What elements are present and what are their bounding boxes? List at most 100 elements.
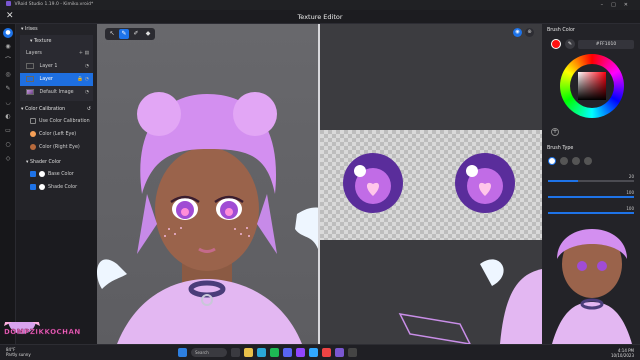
pupil-left bbox=[181, 208, 189, 216]
brush-color-heading: Brush Color bbox=[547, 28, 575, 33]
brush-type-spray[interactable] bbox=[584, 157, 592, 165]
eyedropper-icon[interactable]: ✎ bbox=[565, 39, 575, 49]
use-calibration-label: Use Color Calibration bbox=[39, 119, 90, 124]
top-clothing bbox=[117, 279, 302, 344]
brush-opacity-fill bbox=[548, 196, 634, 198]
settings-icon[interactable] bbox=[348, 348, 357, 357]
base-color-swatch[interactable] bbox=[39, 170, 45, 177]
brush-color-swatch[interactable] bbox=[551, 39, 561, 49]
model-viewport[interactable]: ↖ ✎ ✐ ◆ bbox=[97, 24, 318, 344]
shade-color-swatch[interactable] bbox=[39, 183, 45, 190]
base-color-label: Base Color bbox=[48, 172, 74, 177]
hair-bun-right bbox=[233, 92, 277, 136]
blush-icon[interactable]: ○ bbox=[3, 140, 13, 150]
shade-color-row[interactable]: Shade Color bbox=[16, 181, 97, 194]
eyebrow-icon[interactable]: ⌒ bbox=[3, 56, 13, 66]
shader-color-header[interactable]: ▾ Shader Color bbox=[16, 158, 97, 168]
os-titlebar: VRoid Studio 1.19.0 - Kimiko.vroid* –□✕ bbox=[0, 0, 640, 10]
color-calibration-section[interactable]: ▾ Color Calibration ↺ bbox=[16, 104, 97, 115]
saturation-value-square[interactable] bbox=[578, 72, 606, 100]
avatar-eye-left bbox=[577, 261, 587, 271]
app-window: VRoid Studio 1.19.0 - Kimiko.vroid* –□✕ … bbox=[0, 0, 640, 360]
color-wheel[interactable] bbox=[560, 54, 624, 118]
iris-texture bbox=[343, 153, 542, 344]
hair-strand-right bbox=[257, 194, 277, 254]
pupil-right bbox=[225, 208, 233, 216]
layer-name: Default Image bbox=[39, 90, 74, 95]
layers-panel: ▾ Irises ▾ Texture Layers + ▤ Layer 1 ◔ … bbox=[16, 24, 97, 220]
overlay-pencil-cursor bbox=[398, 313, 471, 344]
layers-label: Layers bbox=[26, 51, 42, 56]
editor-header: ✕ Texture Editor bbox=[0, 10, 640, 24]
layer-visibility-icon[interactable]: ◔ bbox=[85, 86, 89, 99]
brush-size-slider[interactable] bbox=[548, 180, 634, 182]
weather-widget[interactable]: 84°F Partly sunny bbox=[6, 347, 31, 357]
window-controls[interactable]: –□✕ bbox=[601, 0, 636, 10]
file-explorer-icon[interactable] bbox=[244, 348, 253, 357]
brush-type-soft[interactable] bbox=[560, 157, 568, 165]
model-render bbox=[97, 92, 318, 344]
browser-icon[interactable] bbox=[257, 348, 266, 357]
brush-panel: Brush Color ✎ #FF1010 + Brush Type 20 10… bbox=[542, 24, 640, 344]
spotify-icon[interactable] bbox=[270, 348, 279, 357]
hair-strand-left bbox=[137, 194, 157, 254]
color-left-eye-row[interactable]: Color (Left Eye) bbox=[16, 128, 97, 141]
texture-viewport[interactable]: ◉ ⊕ bbox=[320, 24, 542, 344]
base-color-row[interactable]: Base Color bbox=[16, 168, 97, 181]
reset-icon[interactable]: ↺ bbox=[87, 104, 91, 115]
eye-icon[interactable]: ◎ bbox=[3, 70, 13, 80]
texture-header[interactable]: ▾ Texture bbox=[20, 37, 93, 47]
irises-section[interactable]: ▾ Irises bbox=[16, 24, 97, 35]
twitch-icon[interactable] bbox=[296, 348, 305, 357]
right-eye-swatch[interactable] bbox=[30, 143, 36, 150]
brush-size-value: 20 bbox=[628, 174, 634, 179]
left-eye-swatch[interactable] bbox=[30, 130, 36, 137]
discord-icon[interactable] bbox=[283, 348, 292, 357]
obs-icon[interactable] bbox=[322, 348, 331, 357]
iris-highlight-right bbox=[466, 165, 478, 177]
task-view-icon[interactable] bbox=[231, 348, 240, 357]
add-swatch-button[interactable]: + bbox=[551, 128, 559, 136]
streamer-name: DOMPZIKKOCHAN bbox=[4, 328, 81, 336]
add-layer-icon[interactable]: + ▤ bbox=[79, 47, 89, 60]
layer-row-2[interactable]: Layer 🔒 ◔ bbox=[20, 73, 93, 86]
use-calibration-checkbox[interactable] bbox=[30, 117, 36, 124]
os-taskbar: 84°F Partly sunny Search 4:14 PM 10/10/2… bbox=[0, 344, 640, 360]
layer-row-1[interactable]: Layer 1 ◔ bbox=[20, 60, 93, 73]
system-clock[interactable]: 4:14 PM 10/10/2023 bbox=[611, 348, 634, 358]
lips-icon[interactable]: ◡ bbox=[3, 98, 13, 108]
face-icon[interactable]: ◉ bbox=[3, 42, 13, 52]
brush-opacity-slider[interactable] bbox=[548, 196, 634, 198]
ear-icon[interactable]: ◐ bbox=[3, 112, 13, 122]
color-right-eye-row[interactable]: Color (Right Eye) bbox=[16, 141, 97, 154]
taskbar-apps: Search bbox=[178, 348, 357, 357]
taskbar-search[interactable]: Search bbox=[191, 348, 227, 357]
texture-label: Texture bbox=[33, 39, 52, 44]
layer-thumbnail bbox=[26, 62, 34, 69]
brush-type-options bbox=[548, 157, 592, 165]
start-icon[interactable] bbox=[178, 348, 187, 357]
pen-icon[interactable]: ✎ bbox=[3, 84, 13, 94]
wing-right bbox=[295, 207, 318, 249]
photoshop-icon[interactable] bbox=[309, 348, 318, 357]
shade-color-checkbox[interactable] bbox=[30, 183, 36, 190]
brush-size-fill bbox=[548, 180, 579, 182]
teeth-icon[interactable]: ▭ bbox=[3, 126, 13, 136]
right-eye-label: Color (Right Eye) bbox=[39, 145, 80, 150]
overlay-wing bbox=[480, 259, 504, 286]
brush-type-heading: Brush Type bbox=[547, 146, 574, 151]
layer-visibility-icon[interactable]: ◔ bbox=[85, 60, 89, 73]
layer-row-3[interactable]: Default Image ◔ bbox=[20, 86, 93, 99]
vroid-taskbar-icon[interactable] bbox=[335, 348, 344, 357]
layer-name: Layer 1 bbox=[39, 64, 58, 69]
accessory-icon[interactable]: ◇ bbox=[3, 154, 13, 164]
layer-thumbnail bbox=[26, 88, 34, 95]
weather-desc: Partly sunny bbox=[6, 352, 31, 357]
base-color-checkbox[interactable] bbox=[30, 170, 36, 177]
lock-icon[interactable]: 🔒 ◔ bbox=[77, 73, 89, 86]
use-color-calibration-row[interactable]: Use Color Calibration bbox=[16, 115, 97, 128]
texture-mode-icon[interactable]: ● bbox=[3, 28, 13, 38]
brush-type-line[interactable] bbox=[572, 157, 580, 165]
brush-type-round[interactable] bbox=[548, 157, 556, 165]
hex-color-field[interactable]: #FF1010 bbox=[578, 40, 634, 49]
